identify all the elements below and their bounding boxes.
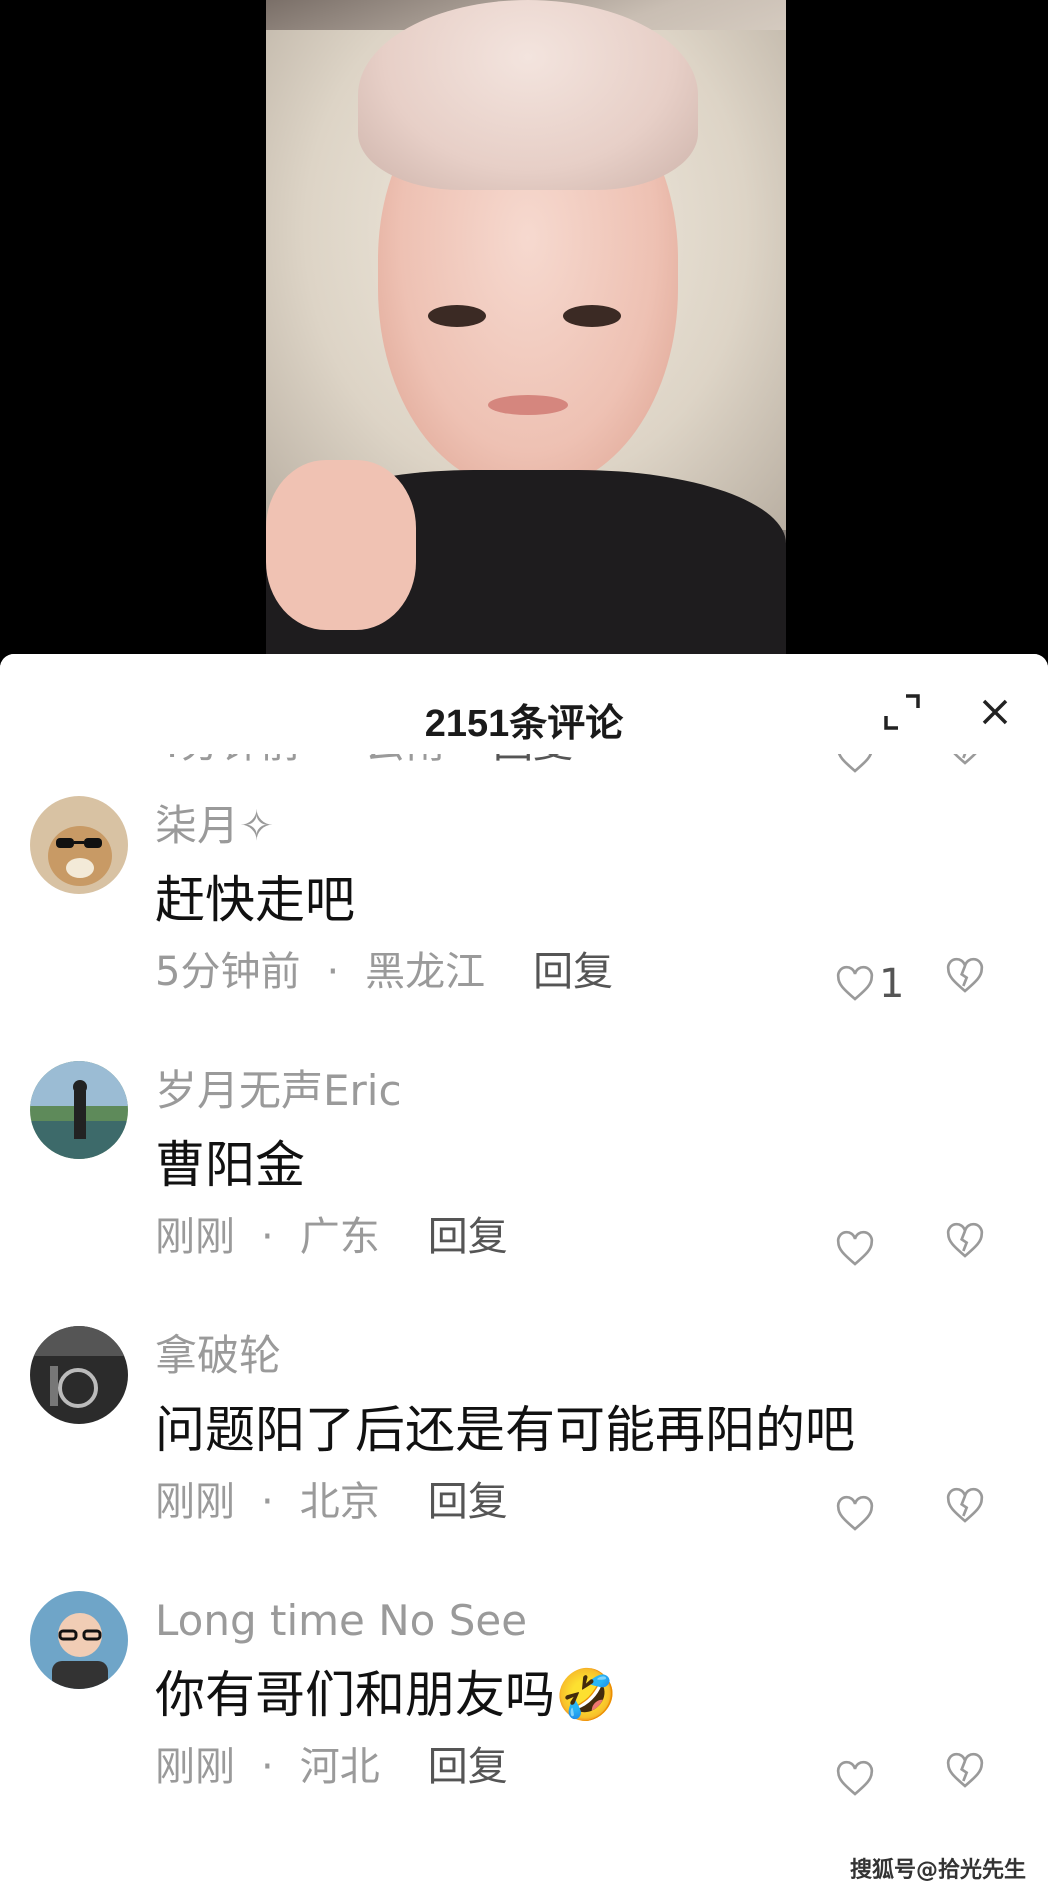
dislike-button[interactable]: [945, 1217, 989, 1261]
avatar[interactable]: [30, 1591, 128, 1689]
reply-button[interactable]: 回复: [428, 1744, 508, 1790]
expand-icon[interactable]: [882, 692, 922, 732]
username[interactable]: 柒月✧: [155, 796, 274, 856]
comment-item: Long time No See 你有哥们和朋友吗🤣 刚刚 · 河北 回复: [0, 1591, 1048, 1856]
left-eye: [428, 305, 486, 327]
right-eye: [563, 305, 621, 327]
comment-time: 刚刚: [155, 1744, 235, 1790]
like-count: 1: [879, 961, 905, 1007]
broken-heart-icon: [946, 957, 984, 993]
avatar[interactable]: [30, 796, 128, 894]
comment-meta: 刚刚 · 北京 回复: [155, 1472, 1025, 1532]
comment-text: 曹阳金: [155, 1136, 305, 1194]
hair: [358, 0, 698, 190]
watermark: 搜狐号@拾光先生: [849, 1858, 1026, 1883]
broken-heart-icon: [946, 1487, 984, 1523]
username[interactable]: 拿破轮: [155, 1326, 281, 1386]
comment-time: 刚刚: [155, 1214, 235, 1260]
comment-text: 你有哥们和朋友吗🤣: [155, 1666, 618, 1724]
fist: [266, 460, 416, 630]
comment-item: 岁月无声Eric 曹阳金 刚刚 · 广东 回复: [0, 1061, 1048, 1326]
comment-item: 拿破轮 问题阳了后还是有可能再阳的吧 刚刚 · 北京 回复: [0, 1326, 1048, 1591]
heart-icon: [836, 1495, 874, 1531]
reply-button[interactable]: 回复: [428, 1479, 508, 1525]
username[interactable]: Long time No See: [155, 1591, 527, 1651]
avatar[interactable]: [30, 1326, 128, 1424]
like-button[interactable]: [835, 1747, 935, 1796]
comment-location: 黑龙江: [365, 949, 486, 995]
comment-time: 刚刚: [155, 1479, 235, 1525]
avatar[interactable]: [30, 1061, 128, 1159]
like-button[interactable]: 1: [835, 952, 935, 1007]
dislike-button[interactable]: [945, 952, 989, 996]
comment-meta: 刚刚 · 河北 回复: [155, 1737, 1025, 1797]
reply-button[interactable]: 回复: [428, 1214, 508, 1260]
like-button[interactable]: [835, 1217, 935, 1266]
video-player[interactable]: [0, 0, 1048, 654]
mouth: [488, 395, 568, 415]
dislike-button[interactable]: [945, 1482, 989, 1526]
comment-text: 问题阳了后还是有可能再阳的吧: [155, 1401, 855, 1459]
heart-icon: [836, 1230, 874, 1266]
heart-icon: [836, 1760, 874, 1796]
dislike-button[interactable]: [945, 1747, 989, 1791]
comment-item: 柒月✧ 赶快走吧 5分钟前 · 黑龙江 回复 1: [0, 796, 1048, 1061]
comment-location: 广东: [299, 1214, 380, 1260]
comment-text: 赶快走吧: [155, 871, 355, 929]
like-button[interactable]: [835, 1482, 935, 1531]
broken-heart-icon: [946, 1222, 984, 1258]
comment-sheet-header: 2151条评论: [0, 654, 1048, 754]
comment-meta: 刚刚 · 广东 回复: [155, 1207, 1025, 1267]
broken-heart-icon: [946, 1752, 984, 1788]
reply-button[interactable]: 回复: [533, 949, 613, 995]
comment-location: 河北: [299, 1744, 380, 1790]
heart-icon: [836, 965, 874, 1001]
close-icon[interactable]: [975, 692, 1015, 732]
video-frame: [266, 0, 786, 654]
comment-location: 北京: [299, 1479, 380, 1525]
username[interactable]: 岁月无声Eric: [155, 1061, 402, 1121]
comment-meta: 5分钟前 · 黑龙江 回复 1: [155, 942, 1025, 1007]
comment-sheet: 2151条评论 4分钟前·云南回复: [0, 654, 1048, 1894]
comment-time: 5分钟前: [155, 949, 301, 995]
